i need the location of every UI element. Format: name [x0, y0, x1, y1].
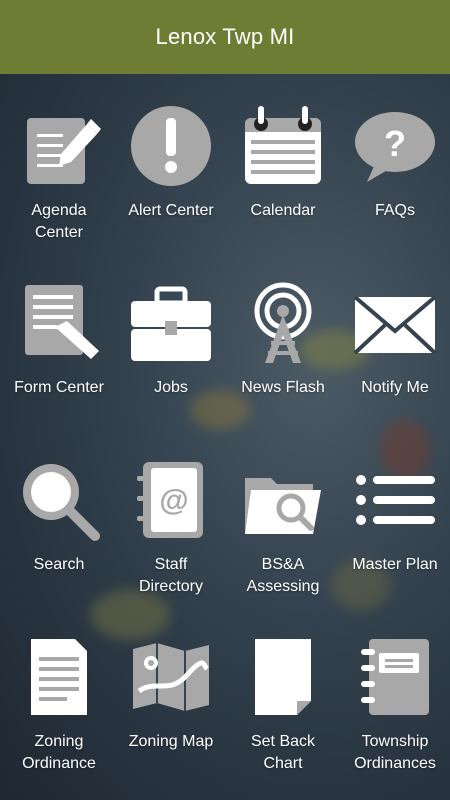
tile-jobs[interactable]: Jobs	[115, 251, 227, 411]
tile-label: Form Center	[14, 379, 104, 396]
tile-master-plan[interactable]: Master Plan	[339, 428, 450, 588]
tile-label: News Flash	[241, 379, 325, 396]
tile-zoning-ordinance[interactable]: Zoning Ordinance	[3, 605, 115, 772]
question-bubble-icon: ?	[353, 104, 437, 188]
tile-label: Master Plan	[352, 556, 438, 573]
tile-set-back-chart[interactable]: Set Back Chart	[227, 605, 339, 772]
document-icon	[17, 635, 101, 719]
tile-label: Alert Center	[128, 202, 214, 219]
app-header: Lenox Twp MI	[0, 0, 450, 74]
calendar-icon	[241, 104, 325, 188]
svg-text:@: @	[159, 484, 188, 517]
tile-search[interactable]: Search	[3, 428, 115, 588]
magnifier-icon	[17, 458, 101, 542]
tile-label: Agenda Center	[31, 202, 87, 241]
agenda-edit-icon	[17, 104, 101, 188]
form-pen-icon	[17, 281, 101, 365]
tile-label: FAQs	[374, 202, 415, 219]
tile-news-flash[interactable]: News Flash	[227, 251, 339, 411]
notebook-icon	[353, 635, 437, 719]
tile-form-center[interactable]: Form Center	[3, 251, 115, 411]
tile-bsa-assessing[interactable]: BS&A Assessing	[227, 428, 339, 595]
app-title: Lenox Twp MI	[155, 24, 295, 49]
address-book-icon: @	[129, 458, 213, 542]
page-icon	[241, 635, 325, 719]
tile-label: Calendar	[250, 202, 316, 219]
tile-staff-directory[interactable]: @ Staff Directory	[115, 428, 227, 595]
tile-label: BS&A Assessing	[246, 556, 320, 595]
map-icon	[129, 635, 213, 719]
tile-notify-me[interactable]: Notify Me	[339, 251, 450, 411]
tile-label: Zoning Map	[128, 733, 214, 750]
tile-faqs[interactable]: ? FAQs	[339, 74, 450, 234]
tile-calendar[interactable]: Calendar	[227, 74, 339, 234]
tile-label: Notify Me	[361, 379, 429, 396]
tile-alert-center[interactable]: Alert Center	[115, 74, 227, 234]
tile-label: Search	[33, 556, 85, 573]
tile-label: Set Back Chart	[250, 733, 316, 772]
tile-label: Township Ordinances	[354, 733, 436, 772]
briefcase-icon	[129, 281, 213, 365]
folder-search-icon	[241, 458, 325, 542]
tile-zoning-map[interactable]: Zoning Map	[115, 605, 227, 765]
tile-agenda-center[interactable]: Agenda Center	[3, 74, 115, 241]
tile-label: Zoning Ordinance	[22, 733, 96, 772]
tile-township-ordinances[interactable]: Township Ordinances	[339, 605, 450, 772]
tile-label: Jobs	[154, 379, 188, 396]
svg-text:?: ?	[384, 123, 406, 164]
envelope-icon	[353, 281, 437, 365]
tile-label: Staff Directory	[138, 556, 203, 595]
list-icon	[353, 458, 437, 542]
alert-exclamation-icon	[129, 104, 213, 188]
broadcast-tower-icon	[241, 281, 325, 365]
